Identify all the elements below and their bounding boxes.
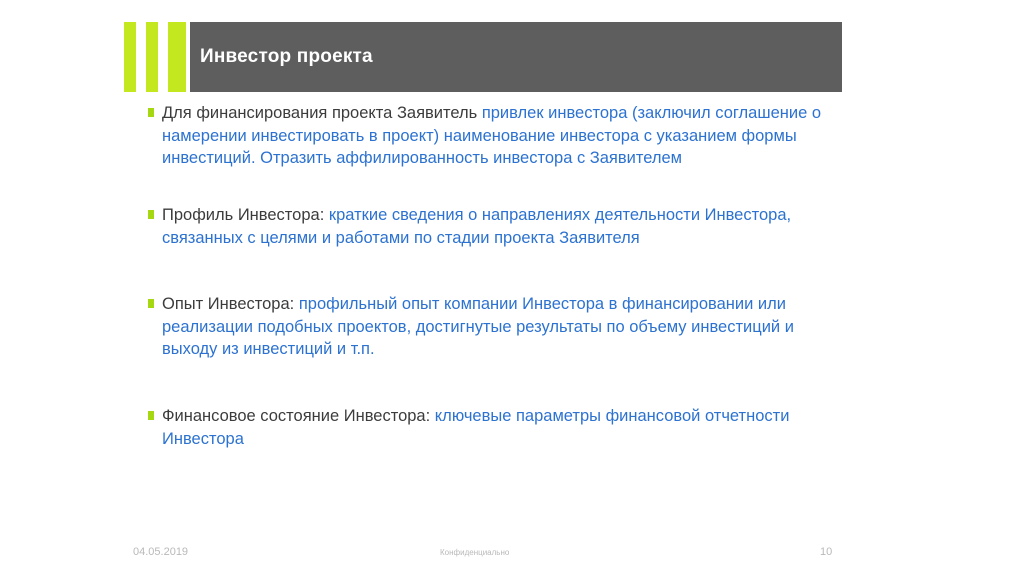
- footer-confidential: Конфиденциально: [440, 548, 510, 557]
- bullet-item: Финансовое состояние Инвестора: ключевые…: [146, 405, 826, 450]
- accent-stripe: [124, 22, 136, 92]
- bullet-marker-icon: [148, 411, 154, 420]
- accent-stripe: [168, 22, 186, 92]
- bullet-marker-icon: [148, 108, 154, 117]
- bullet-text: Для финансирования проекта Заявитель при…: [162, 102, 826, 170]
- bullet-item: Профиль Инвестора: краткие сведения о на…: [146, 204, 826, 249]
- bullet-text: Финансовое состояние Инвестора: ключевые…: [162, 405, 826, 450]
- bullet-lead: Финансовое состояние Инвестора:: [162, 407, 435, 425]
- bullet-text: Профиль Инвестора: краткие сведения о на…: [162, 204, 826, 249]
- accent-stripe: [146, 22, 158, 92]
- bullet-item: Опыт Инвестора: профильный опыт компании…: [146, 293, 826, 361]
- page-number: 10: [820, 546, 833, 558]
- bullet-lead: Опыт Инвестора:: [162, 295, 299, 313]
- bullet-marker-icon: [148, 210, 154, 219]
- footer-date: 04.05.2019: [133, 546, 189, 558]
- bullet-item: Для финансирования проекта Заявитель при…: [146, 102, 826, 170]
- bullet-lead: Профиль Инвестора:: [162, 206, 329, 224]
- bullet-marker-icon: [148, 299, 154, 308]
- bullet-text: Опыт Инвестора: профильный опыт компании…: [162, 293, 826, 361]
- slide: Инвестор проекта Для финансирования прое…: [0, 0, 1024, 574]
- slide-title: Инвестор проекта: [200, 46, 373, 67]
- bullet-lead: Для финансирования проекта Заявитель: [162, 104, 482, 122]
